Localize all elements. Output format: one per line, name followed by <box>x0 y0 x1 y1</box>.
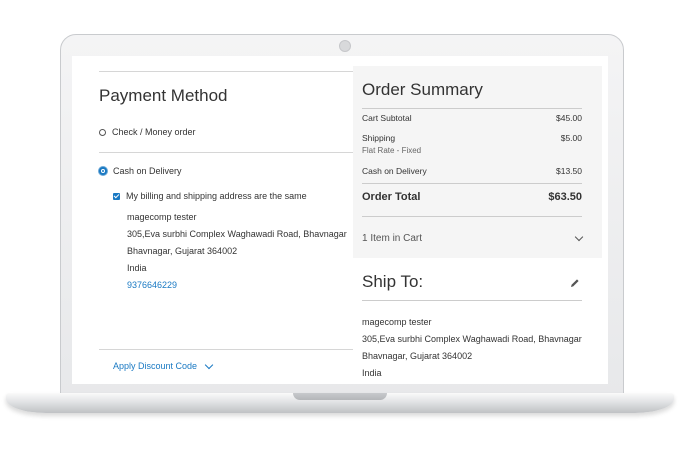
radio-unchecked-icon[interactable] <box>99 128 106 136</box>
items-in-cart-label: 1 Item in Cart <box>362 233 423 244</box>
order-summary-panel: Order Summary Cart Subtotal $45.00 Shipp… <box>353 66 602 258</box>
payment-option-check-money-order[interactable]: Check / Money order <box>99 127 196 137</box>
divider <box>99 152 353 153</box>
same-address-checkbox-row[interactable]: My billing and shipping address are the … <box>113 191 307 201</box>
address-country: India <box>127 263 147 273</box>
address-city: Bhavnagar, Gujarat 364002 <box>127 246 238 256</box>
ship-city: Bhavnagar, Gujarat 364002 <box>362 351 473 361</box>
shipping-method: Flat Rate - Fixed <box>362 146 422 155</box>
address-name: magecomp tester <box>127 212 197 222</box>
camera-icon <box>339 40 351 52</box>
checkbox-checked-icon[interactable] <box>113 192 120 200</box>
same-address-label: My billing and shipping address are the … <box>126 191 307 201</box>
payment-method-title: Payment Method <box>99 86 228 105</box>
shipping-row: Shipping $5.00 <box>362 133 582 143</box>
divider <box>99 349 353 350</box>
apply-discount-toggle[interactable]: Apply Discount Code <box>113 360 214 371</box>
checkout-screen: Payment Method Check / Money order Cash … <box>72 56 608 384</box>
cart-subtotal-row: Cart Subtotal $45.00 <box>362 113 582 123</box>
payment-option-cash-on-delivery[interactable]: Cash on Delivery <box>99 166 182 176</box>
payment-option-label: Check / Money order <box>112 127 196 137</box>
ship-name: magecomp tester <box>362 317 432 327</box>
ship-to-title: Ship To: <box>362 272 424 291</box>
edit-pencil-icon[interactable] <box>570 278 580 288</box>
items-in-cart-toggle[interactable]: 1 Item in Cart <box>362 232 584 244</box>
payment-method-section: Payment Method Check / Money order Cash … <box>72 56 353 384</box>
ship-country: India <box>362 368 382 378</box>
divider <box>362 300 582 301</box>
billing-address: magecomp tester 305,Eva surbhi Complex W… <box>127 209 347 294</box>
cod-label: Cash on Delivery <box>362 166 427 176</box>
divider <box>99 71 353 72</box>
cart-subtotal-label: Cart Subtotal <box>362 113 412 123</box>
chevron-down-icon <box>574 232 584 242</box>
radio-checked-icon[interactable] <box>99 167 107 175</box>
address-phone-link[interactable]: 9376646229 <box>127 277 347 294</box>
laptop-notch <box>293 393 387 400</box>
cod-value: $13.50 <box>556 166 582 176</box>
divider <box>362 216 582 217</box>
cod-fee-row: Cash on Delivery $13.50 <box>362 166 582 176</box>
ship-street: 305,Eva surbhi Complex Waghawadi Road, B… <box>362 334 582 344</box>
order-summary-title: Order Summary <box>362 80 483 99</box>
order-total-label: Order Total <box>362 191 421 203</box>
shipping-label: Shipping <box>362 133 396 143</box>
divider <box>362 183 582 184</box>
cart-subtotal-value: $45.00 <box>556 113 582 123</box>
order-total-value: $63.50 <box>548 191 582 203</box>
shipping-address: magecomp tester 305,Eva surbhi Complex W… <box>362 314 582 382</box>
payment-option-label: Cash on Delivery <box>113 166 182 176</box>
apply-discount-label: Apply Discount Code <box>113 361 198 371</box>
chevron-down-icon <box>204 360 214 369</box>
shipping-value: $5.00 <box>560 133 582 143</box>
divider <box>362 108 582 109</box>
order-total-row: Order Total $63.50 <box>362 191 582 203</box>
address-street: 305,Eva surbhi Complex Waghawadi Road, B… <box>127 229 347 239</box>
